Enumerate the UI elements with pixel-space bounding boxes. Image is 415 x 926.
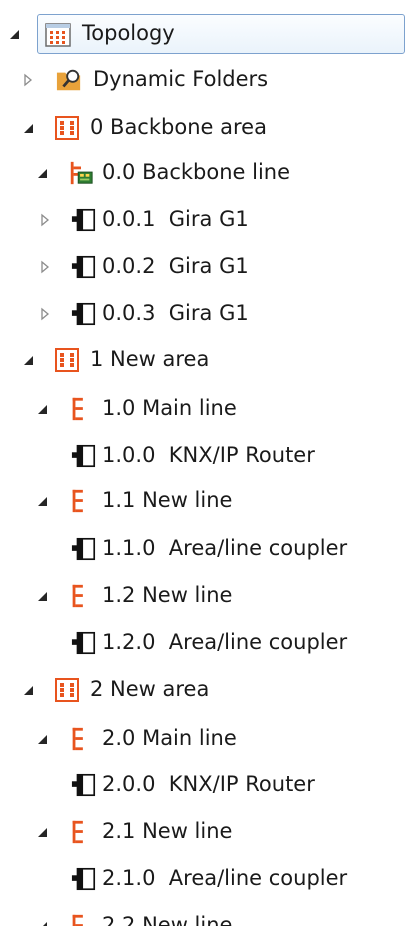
collapse-arrow-icon[interactable] [20, 120, 36, 136]
line-icon [72, 820, 83, 844]
tree-node-label: 0.0.1 Gira G1 [102, 207, 249, 231]
line-icon [72, 914, 83, 926]
tree-node-label: 2 New area [90, 677, 210, 701]
tree-node-device-2-0-0[interactable]: 2.0.0 KNX/IP Router [0, 763, 415, 807]
tree-node-label: Dynamic Folders [93, 67, 269, 91]
tree-node-label: 1.0 Main line [102, 396, 237, 420]
tree-node-label: 2.2 New line [102, 913, 233, 926]
tree-node-device-0-0-2[interactable]: 0.0.2 Gira G1 [0, 245, 415, 289]
collapse-arrow-icon[interactable] [34, 493, 50, 509]
collapse-arrow-icon[interactable] [34, 824, 50, 840]
tree-node-device-0-0-1[interactable]: 0.0.1 Gira G1 [0, 198, 415, 242]
expand-arrow-icon[interactable] [37, 259, 53, 275]
tree-node-label: 1.2.0 Area/line coupler [102, 630, 348, 654]
tree-node-area-0[interactable]: 0 Backbone area [0, 106, 415, 150]
line-icon [72, 397, 83, 421]
device-icon [71, 208, 96, 232]
device-icon [71, 302, 96, 326]
tree-node-device-1-1-0[interactable]: 1.1.0 Area/line coupler [0, 527, 415, 571]
collapse-arrow-icon[interactable] [34, 165, 50, 181]
tree-node-label: 2.0.0 KNX/IP Router [102, 772, 315, 796]
device-icon [71, 255, 96, 279]
tree-node-area-1[interactable]: 1 New area [0, 338, 415, 382]
tree-node-label: 0 Backbone area [90, 115, 267, 139]
device-icon [71, 444, 96, 468]
device-icon [71, 867, 96, 891]
expand-arrow-icon[interactable] [37, 212, 53, 228]
tree-node-label: Topology [82, 21, 175, 45]
tree-node-label: 0.0.3 Gira G1 [102, 301, 249, 325]
backbone-line-icon [70, 161, 93, 185]
tree-node-dynamic-folders[interactable]: Dynamic Folders [0, 58, 415, 102]
expand-arrow-icon[interactable] [37, 306, 53, 322]
topology-icon [45, 23, 71, 47]
topology-tree: Topology Dynamic Folders 0 Backbone area [0, 0, 415, 926]
tree-node-label: 0.0.2 Gira G1 [102, 254, 249, 278]
device-icon [71, 773, 96, 797]
tree-node-label: 1.0.0 KNX/IP Router [102, 443, 315, 467]
device-icon [71, 537, 96, 561]
collapse-arrow-icon[interactable] [20, 682, 36, 698]
tree-node-label: 2.1 New line [102, 819, 233, 843]
tree-node-label: 2.1.0 Area/line coupler [102, 866, 348, 890]
tree-node-device-0-0-3[interactable]: 0.0.3 Gira G1 [0, 292, 415, 336]
tree-node-line-2-0[interactable]: 2.0 Main line [0, 717, 415, 761]
tree-node-area-2[interactable]: 2 New area [0, 668, 415, 712]
area-icon [55, 348, 79, 372]
line-icon [72, 727, 83, 751]
tree-node-label: 1 New area [90, 347, 210, 371]
dynamic-folder-icon [56, 69, 81, 91]
area-icon [55, 678, 79, 702]
tree-node-label: 2.0 Main line [102, 726, 237, 750]
tree-node-device-1-0-0[interactable]: 1.0.0 KNX/IP Router [0, 434, 415, 478]
tree-node-line-1-2[interactable]: 1.2 New line [0, 574, 415, 618]
device-icon [71, 631, 96, 655]
tree-node-device-1-2-0[interactable]: 1.2.0 Area/line coupler [0, 621, 415, 665]
tree-node-line-1-0[interactable]: 1.0 Main line [0, 387, 415, 431]
tree-node-device-2-1-0[interactable]: 2.1.0 Area/line coupler [0, 857, 415, 901]
tree-node-label: 1.2 New line [102, 583, 233, 607]
collapse-arrow-icon[interactable] [34, 401, 50, 417]
tree-node-line-0-0[interactable]: 0.0 Backbone line [0, 151, 415, 195]
tree-node-line-1-1[interactable]: 1.1 New line [0, 479, 415, 523]
tree-node-label: 0.0 Backbone line [102, 160, 291, 184]
line-icon [72, 489, 83, 513]
collapse-arrow-icon[interactable] [6, 26, 22, 42]
area-icon [55, 116, 79, 140]
tree-node-label: 1.1.0 Area/line coupler [102, 536, 348, 560]
tree-node-label: 1.1 New line [102, 488, 233, 512]
collapse-arrow-icon[interactable] [34, 588, 50, 604]
collapse-arrow-icon[interactable] [34, 918, 50, 926]
expand-arrow-icon[interactable] [20, 72, 36, 88]
collapse-arrow-icon[interactable] [20, 352, 36, 368]
tree-node-line-2-1[interactable]: 2.1 New line [0, 810, 415, 854]
tree-node-line-2-2[interactable]: 2.2 New line [0, 904, 415, 926]
collapse-arrow-icon[interactable] [34, 731, 50, 747]
line-icon [72, 584, 83, 608]
tree-node-topology[interactable]: Topology [0, 12, 415, 56]
